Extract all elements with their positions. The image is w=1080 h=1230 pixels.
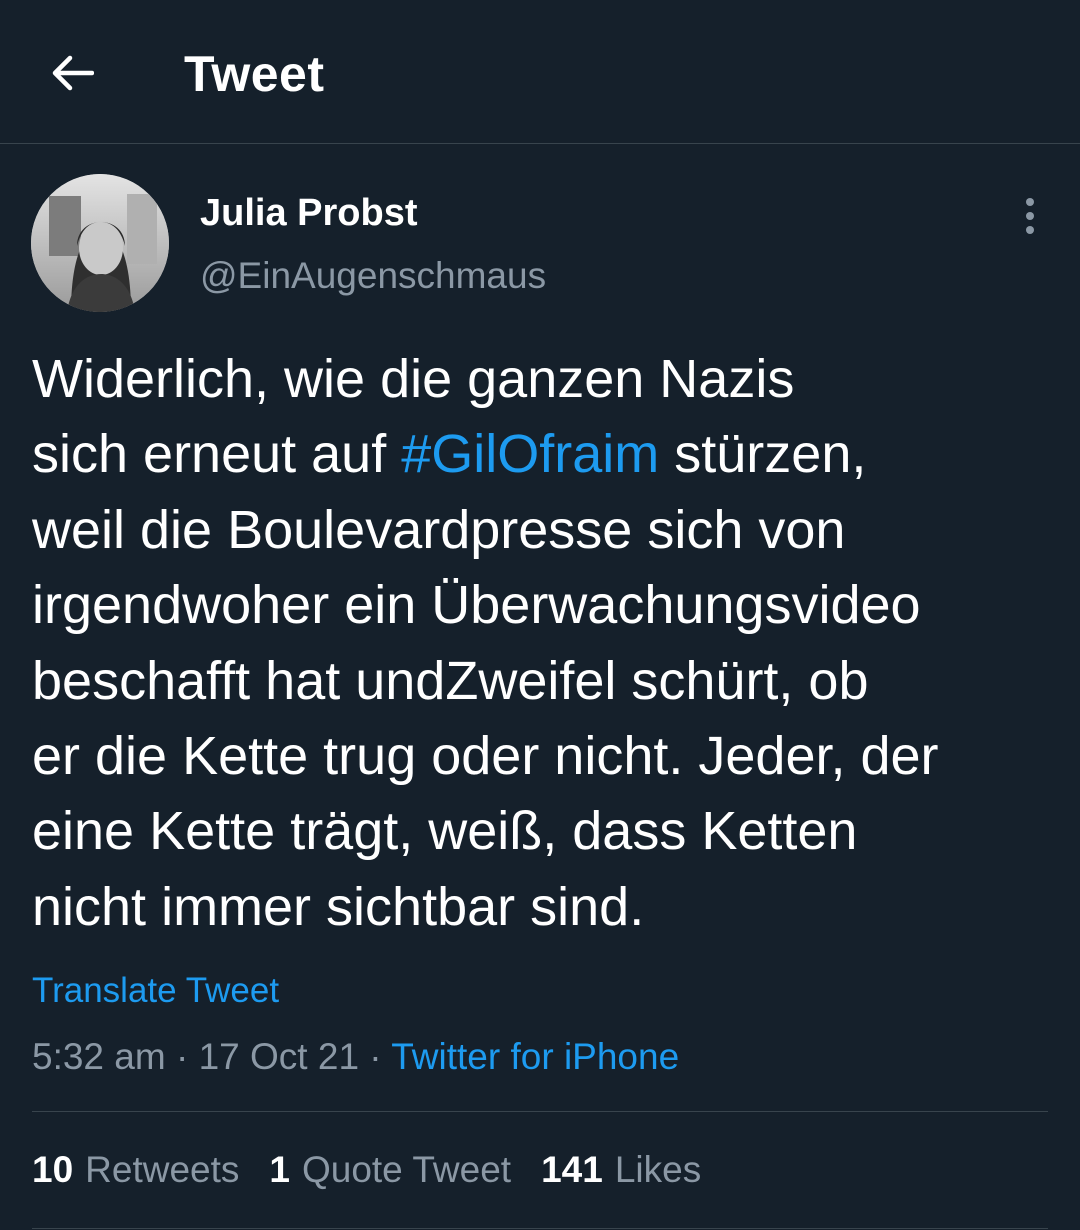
retweets-count: 10 (32, 1149, 74, 1190)
quote-tweets-label: Quote Tweet (301, 1149, 512, 1190)
tweet-text-part: stürzen, weil die Boulevardpresse sich v… (32, 424, 939, 937)
retweets-stat[interactable]: 10 Retweets (32, 1146, 239, 1194)
vertical-ellipsis-icon (1026, 198, 1034, 234)
likes-stat[interactable]: 141 Likes (541, 1146, 701, 1194)
divider (32, 1228, 1048, 1229)
author-display-name[interactable]: Julia Probst (200, 190, 418, 236)
top-app-bar: Tweet (0, 0, 1080, 144)
divider (32, 1111, 1048, 1112)
meta-separator: · (165, 1036, 199, 1077)
retweets-label: Retweets (85, 1149, 240, 1190)
arrow-left-icon (52, 55, 94, 91)
more-options-button[interactable] (1008, 192, 1052, 240)
likes-label: Likes (614, 1149, 702, 1190)
engagement-stats: 10 Retweets 1 Quote Tweet 141 Likes (32, 1146, 731, 1194)
back-button[interactable] (36, 40, 108, 106)
quote-tweets-count: 1 (269, 1149, 290, 1190)
tweet-text: Widerlich, wie die ganzen Nazis sich ern… (32, 342, 1052, 945)
translate-tweet-link[interactable]: Translate Tweet (32, 968, 279, 1014)
avatar[interactable] (31, 174, 169, 312)
tweet-date[interactable]: 17 Oct 21 (199, 1036, 359, 1077)
tweet-source-link[interactable]: Twitter for iPhone (391, 1036, 679, 1077)
page-title: Tweet (184, 46, 325, 102)
quote-tweets-stat[interactable]: 1 Quote Tweet (269, 1146, 511, 1194)
likes-count: 141 (541, 1149, 603, 1190)
tweet-metadata: 5:32 am · 17 Oct 21 · Twitter for iPhone (32, 1033, 679, 1081)
author-handle[interactable]: @EinAugenschmaus (200, 253, 546, 299)
meta-separator: · (359, 1036, 392, 1077)
tweet-time[interactable]: 5:32 am (32, 1036, 166, 1077)
hashtag-link[interactable]: #GilOfraim (401, 424, 659, 484)
profile-photo (31, 174, 169, 312)
